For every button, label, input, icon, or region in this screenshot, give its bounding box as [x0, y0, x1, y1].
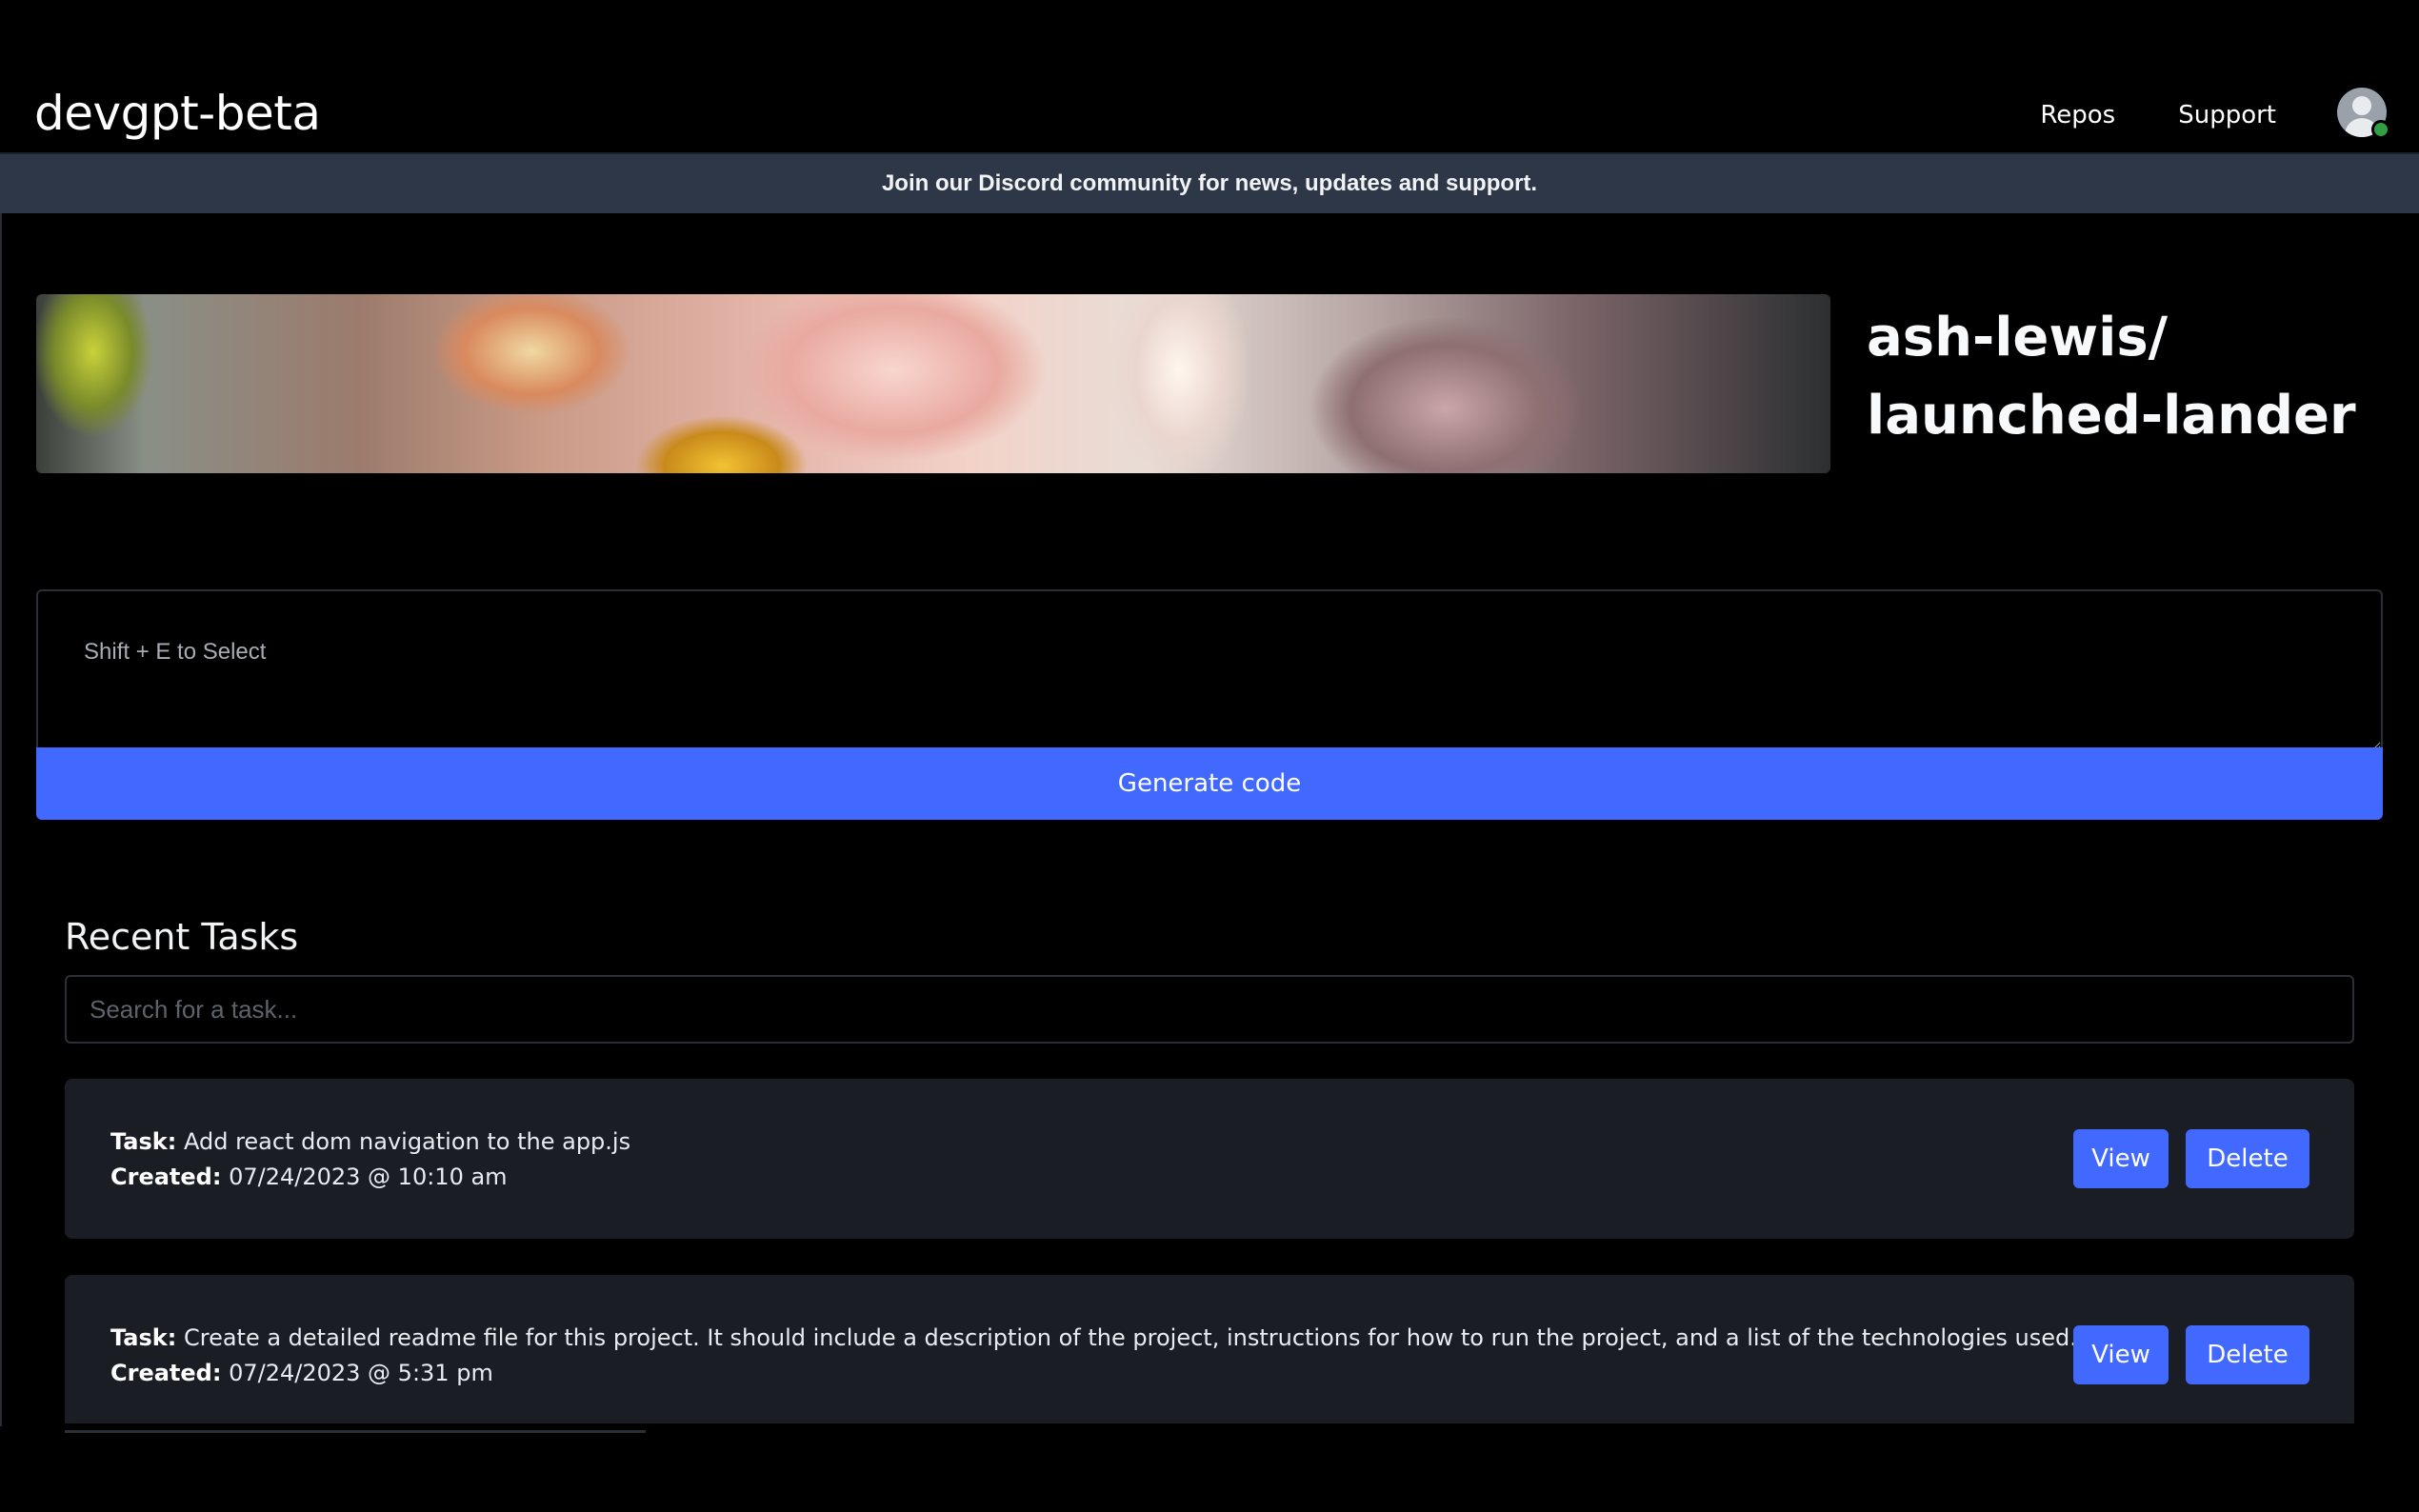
top-nav: devgpt-beta Repos Support	[0, 74, 2419, 152]
task-search-input[interactable]	[65, 975, 2354, 1044]
avatar-head	[2352, 96, 2371, 115]
task-details: Task: Add react dom navigation to the ap…	[110, 1124, 630, 1195]
task-description: Add react dom navigation to the app.js	[183, 1128, 631, 1155]
delete-task-button[interactable]: Delete	[2186, 1325, 2309, 1384]
view-task-button[interactable]: View	[2073, 1325, 2169, 1384]
task-label: Task:	[110, 1128, 177, 1155]
task-card: Task: Create a detailed readme file for …	[65, 1275, 2354, 1423]
task-label: Task:	[110, 1324, 177, 1351]
online-status-dot	[2371, 120, 2390, 139]
created-line: Created: 07/24/2023 @ 10:10 am	[110, 1160, 630, 1195]
discord-banner[interactable]: Join our Discord community for news, upd…	[0, 152, 2419, 213]
task-description: Create a detailed readme file for this p…	[183, 1324, 2077, 1351]
task-created-date: 07/24/2023 @ 5:31 pm	[229, 1360, 493, 1386]
nav-links: Repos Support	[2040, 101, 2276, 129]
task-card: Task: Add react dom navigation to the ap…	[65, 1079, 2354, 1239]
task-created-date: 07/24/2023 @ 10:10 am	[229, 1164, 508, 1190]
repo-cover-image	[36, 294, 1830, 473]
repo-name: launched-lander	[1867, 385, 2356, 447]
view-task-button[interactable]: View	[2073, 1129, 2169, 1188]
task-line: Task: Create a detailed readme file for …	[110, 1321, 2077, 1356]
generate-code-button[interactable]: Generate code	[36, 747, 2383, 820]
nav-link-repos[interactable]: Repos	[2040, 101, 2115, 129]
nav-link-support[interactable]: Support	[2178, 101, 2276, 129]
viewport-bottom	[0, 1426, 2419, 1512]
created-line: Created: 07/24/2023 @ 5:31 pm	[110, 1356, 2077, 1391]
created-label: Created:	[110, 1164, 222, 1190]
horizontal-scrollbar[interactable]	[65, 1430, 646, 1433]
created-label: Created:	[110, 1360, 222, 1386]
repo-owner: ash-lewis/	[1867, 307, 2169, 368]
brand-logo[interactable]: devgpt-beta	[34, 86, 321, 141]
repo-title: ash-lewis/ launched-lander	[1867, 299, 2400, 455]
task-details: Task: Create a detailed readme file for …	[110, 1321, 2077, 1391]
delete-task-button[interactable]: Delete	[2186, 1129, 2309, 1188]
recent-tasks-title: Recent Tasks	[65, 916, 299, 958]
task-line: Task: Add react dom navigation to the ap…	[110, 1124, 630, 1160]
prompt-input[interactable]	[36, 589, 2383, 749]
